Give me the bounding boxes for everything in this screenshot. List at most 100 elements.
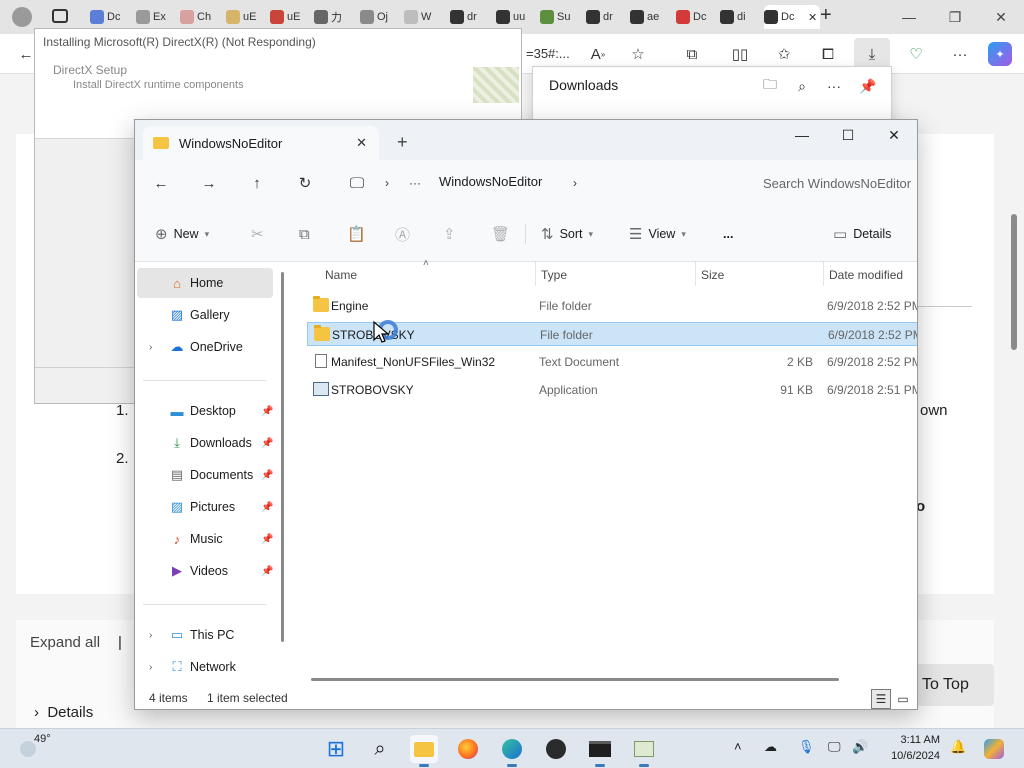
read-aloud-icon[interactable]: A» xyxy=(586,42,610,66)
collections-icon[interactable]: ⧠ xyxy=(816,42,840,66)
open-folder-icon[interactable]: 🗀 xyxy=(759,75,781,97)
explorer-minimize-button[interactable]: — xyxy=(779,120,825,150)
horizontal-scrollbar[interactable] xyxy=(311,678,839,681)
explorer-maximize-button[interactable]: ☐ xyxy=(825,120,871,150)
see-more-button[interactable]: ... xyxy=(723,222,733,246)
explorer-close-button[interactable]: ✕ xyxy=(871,120,917,150)
chevron-right-icon[interactable]: › xyxy=(149,342,152,353)
obs-icon[interactable] xyxy=(542,735,570,763)
browser-tab[interactable]: uE xyxy=(270,5,310,29)
close-button[interactable]: ✕ xyxy=(978,0,1024,34)
column-header-name[interactable]: Name xyxy=(325,268,357,282)
browser-tab[interactable]: Su xyxy=(540,5,580,29)
weather-widget[interactable]: 49° xyxy=(18,733,58,763)
sidebar-item-desktop[interactable]: ▬ Desktop 📌 xyxy=(137,396,274,426)
sidebar-scrollbar[interactable] xyxy=(281,272,284,642)
chevron-right-icon[interactable]: › xyxy=(149,630,152,641)
microphone-icon[interactable]: 🎙 xyxy=(798,739,815,755)
file-row[interactable]: Engine File folder 6/9/2018 2:52 PM xyxy=(307,294,917,318)
sidebar-item-home[interactable]: ⌂ Home xyxy=(137,268,273,298)
details-view-icon[interactable]: ☰ xyxy=(871,689,891,709)
close-tab-icon[interactable]: ✕ xyxy=(356,135,367,151)
browser-tab[interactable]: Dc xyxy=(90,5,130,29)
pin-icon[interactable]: 📌 xyxy=(857,75,879,97)
cloud-sync-off-icon[interactable]: ☁ xyxy=(764,739,777,755)
copy-button[interactable]: ⧉ xyxy=(299,222,310,246)
column-separator[interactable] xyxy=(695,262,696,286)
browser-tab[interactable]: Dc ✕ xyxy=(764,5,820,29)
display-network-icon[interactable]: 🖵 xyxy=(828,739,841,755)
rename-button[interactable]: Ⓐ xyxy=(395,222,410,246)
refresh-icon[interactable]: ↻ xyxy=(293,172,317,194)
edge-icon[interactable] xyxy=(498,735,526,767)
expand-all-link[interactable]: Expand all xyxy=(30,634,100,651)
sidebar-item-documents[interactable]: ▤ Documents 📌 xyxy=(137,460,274,490)
column-header-size[interactable]: Size xyxy=(701,268,724,282)
maximize-button[interactable]: ❐ xyxy=(932,0,978,34)
column-header-type[interactable]: Type xyxy=(541,268,567,282)
notification-bell-icon[interactable]: 🔔 xyxy=(950,739,966,755)
favorite-star-icon[interactable]: ☆ xyxy=(626,42,650,66)
browser-tab[interactable]: Oj xyxy=(360,5,400,29)
breadcrumb-current[interactable]: WindowsNoEditor xyxy=(439,174,542,189)
start-windows-icon[interactable]: ⊞ xyxy=(322,735,350,763)
browser-tab[interactable]: ae xyxy=(630,5,670,29)
clock[interactable]: 3:11 AM 10/6/2024 xyxy=(880,732,940,764)
close-tab-icon[interactable]: ✕ xyxy=(808,11,817,24)
sidebar-item-videos[interactable]: ▶ Videos 📌 xyxy=(137,556,273,586)
new-tab-button[interactable]: + xyxy=(820,4,832,27)
file-explorer-taskbar-icon[interactable] xyxy=(410,735,438,767)
copilot-taskbar-icon[interactable] xyxy=(980,735,1008,763)
view-button[interactable]: ☰ View ▾ xyxy=(629,222,686,246)
search-icon[interactable]: ⌕ xyxy=(366,735,394,763)
delete-button[interactable]: 🗑 xyxy=(491,222,510,246)
explorer-tab[interactable]: WindowsNoEditor ✕ xyxy=(143,126,379,160)
breadcrumb-chevron-icon[interactable]: › xyxy=(563,172,587,194)
file-row[interactable]: Manifest_NonUFSFiles_Win32 Text Document 2… xyxy=(307,350,917,374)
split-screen-icon[interactable]: ▯▯ xyxy=(728,42,752,66)
browser-tab[interactable]: 力 xyxy=(314,5,354,29)
browser-tab[interactable]: W xyxy=(404,5,444,29)
column-separator[interactable] xyxy=(535,262,536,286)
extensions-icon[interactable]: ⧉ xyxy=(680,42,704,66)
tiles-view-icon[interactable]: ▭ xyxy=(893,689,913,709)
sidebar-item-gallery[interactable]: ▨ Gallery xyxy=(137,300,273,330)
details-pane-button[interactable]: ▭ Details xyxy=(833,222,891,246)
browser-tab[interactable]: Dc xyxy=(676,5,716,29)
page-scrollbar[interactable] xyxy=(1004,74,1024,728)
sidebar-item-music[interactable]: ♪ Music 📌 xyxy=(137,524,274,554)
forward-icon[interactable]: → xyxy=(197,172,221,194)
column-separator[interactable] xyxy=(823,262,824,286)
browser-tab[interactable]: Ex xyxy=(136,5,176,29)
new-button[interactable]: ⊕ New ▾ xyxy=(155,222,209,246)
chevron-up-icon[interactable]: ˄ xyxy=(734,739,742,754)
minimize-button[interactable]: — xyxy=(886,0,932,34)
monitor-icon[interactable]: 🖵 xyxy=(345,172,369,194)
back-icon[interactable]: ← xyxy=(149,172,173,194)
profile-avatar[interactable] xyxy=(12,7,32,27)
browser-tab[interactable]: uu xyxy=(496,5,536,29)
column-header-date-modified[interactable]: Date modified xyxy=(829,268,903,282)
chevron-right-icon[interactable]: › xyxy=(375,172,399,194)
firefox-icon[interactable] xyxy=(454,735,482,763)
browser-tab[interactable]: uE xyxy=(226,5,266,29)
browser-tab[interactable]: di xyxy=(720,5,760,29)
search-icon[interactable]: ⌕ xyxy=(791,75,813,97)
terminal-icon[interactable] xyxy=(586,735,614,767)
sidebar-item-pictures[interactable]: ▨ Pictures 📌 xyxy=(137,492,274,522)
browser-tab[interactable]: dr xyxy=(450,5,490,29)
more-options-icon[interactable]: ··· xyxy=(823,75,845,97)
settings-more-icon[interactable]: ··· xyxy=(948,42,972,66)
new-tab-icon[interactable]: + xyxy=(397,132,408,153)
address-fragment[interactable]: =35#:... xyxy=(526,46,570,61)
sidebar-item-network[interactable]: › ⛶ Network xyxy=(137,652,273,682)
volume-icon[interactable]: 🔊 xyxy=(852,739,868,755)
overflow-icon[interactable]: ··· xyxy=(403,172,427,194)
sidebar-item-downloads[interactable]: ⤓ Downloads 📌 xyxy=(137,428,273,458)
paste-button[interactable]: 📋 xyxy=(347,222,366,246)
cut-button[interactable]: ✂ xyxy=(251,222,264,246)
scrollbar-thumb[interactable] xyxy=(1011,214,1017,350)
copilot-icon[interactable]: ✦ xyxy=(988,42,1012,66)
file-row[interactable]: STROBOVSKY Application 91 KB 6/9/2018 2:51 … xyxy=(307,378,917,402)
sidebar-item-onedrive[interactable]: › ☁ OneDrive xyxy=(137,332,273,362)
